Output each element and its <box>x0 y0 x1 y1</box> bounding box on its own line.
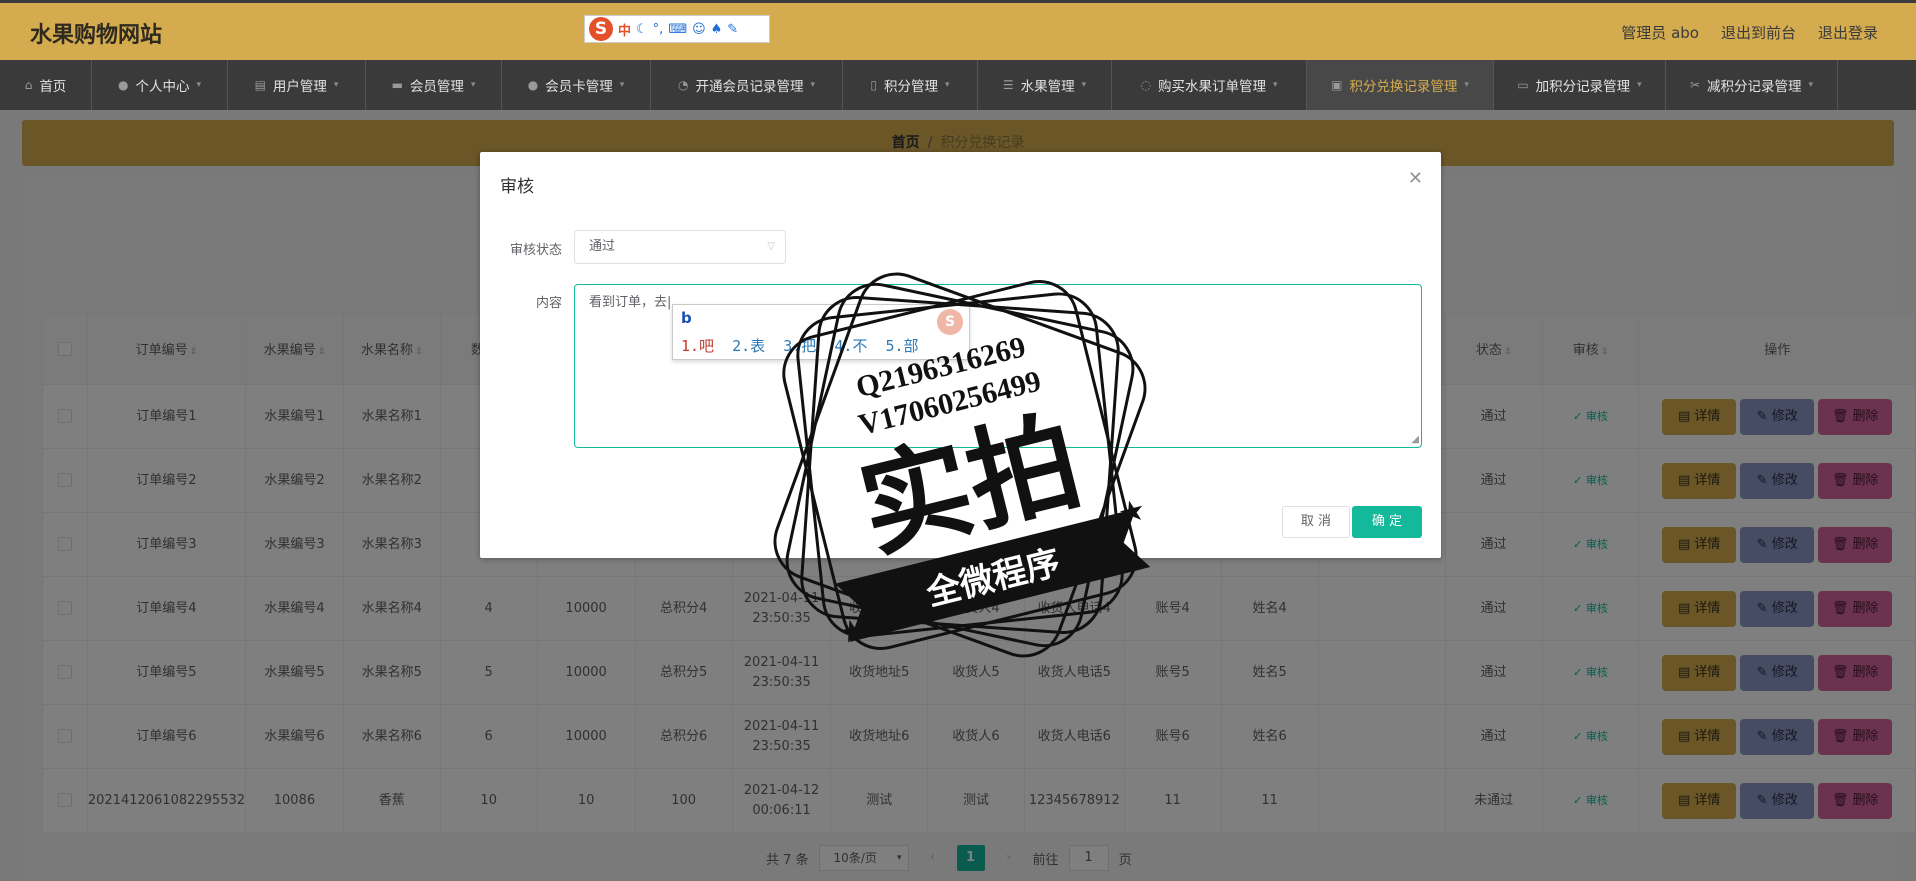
wrench-icon[interactable]: ✎ <box>727 22 738 37</box>
punctuation-icon[interactable]: °, <box>653 22 664 37</box>
bell-icon: ◌ <box>1140 78 1151 92</box>
cancel-button[interactable]: 取 消 <box>1282 506 1350 538</box>
sogou-logo-icon[interactable]: S <box>589 17 613 41</box>
site-title: 水果购物网站 <box>30 23 163 48</box>
chevron-down-icon: ▾ <box>1464 80 1469 90</box>
dialog-title: 审核 <box>500 177 534 197</box>
watermark-stamp: Q2196316269 V17060256499 实拍 全微程序 ★ ★ <box>773 272 1151 658</box>
tool-icon: ✂ <box>1689 78 1701 92</box>
nav-item-deduct-points[interactable]: ✂ 减积分记录管理 ▾ <box>1666 60 1838 110</box>
nav-item-add-points[interactable]: ▭ 加积分记录管理 ▾ <box>1494 60 1666 110</box>
keyboard-icon[interactable]: ⌨ <box>668 22 687 37</box>
ime-mode-toggle[interactable]: 中 <box>618 20 631 39</box>
chevron-down-icon: ▾ <box>1081 80 1087 90</box>
mic-icon: ▯ <box>870 78 878 92</box>
user-icon: ● <box>527 78 539 92</box>
nav-item-points-exchange[interactable]: ▣ 积分兑换记录管理 ▾ <box>1307 60 1494 110</box>
main-nav: ⌂ 首页 ● 个人中心 ▾ ▤ 用户管理 ▾ ▬ 会员管理 ▾ ● 会员卡管理 ▾ ◔ 开通会员记录… <box>0 60 1916 110</box>
nav-item-membership-records[interactable]: ◔ 开通会员记录管理 ▾ <box>651 60 843 110</box>
exit-to-frontend-link[interactable]: 退出到前台 <box>1721 22 1796 43</box>
nav-item-members[interactable]: ▬ 会员管理 ▾ <box>366 60 502 110</box>
nav-item-points[interactable]: ▯ 积分管理 ▾ <box>843 60 978 110</box>
clipboard-icon: ▣ <box>1331 78 1343 92</box>
user-icon[interactable]: ☺ <box>692 22 706 37</box>
status-label: 审核状态 <box>510 243 563 258</box>
close-icon[interactable]: ✕ <box>1408 168 1423 189</box>
text-cursor: | <box>667 295 672 310</box>
chevron-down-icon: ▾ <box>333 80 339 90</box>
top-links: 管理员 abo 退出到前台 退出登录 <box>1621 22 1878 43</box>
list-icon: ☰ <box>1002 78 1014 92</box>
chevron-down-icon: ▾ <box>945 80 950 90</box>
moon-icon[interactable]: ☾ <box>636 22 648 37</box>
chevron-down-icon: ▾ <box>619 80 625 90</box>
ime-candidate[interactable]: 1.吧 <box>681 337 714 355</box>
chevron-down-icon: ▾ <box>1637 80 1642 90</box>
resize-handle-icon[interactable]: ◢ <box>1411 434 1419 445</box>
nav-item-home[interactable]: ⌂ 首页 <box>0 60 92 110</box>
nav-item-member-cards[interactable]: ● 会员卡管理 ▾ <box>502 60 651 110</box>
clock-icon: ◔ <box>677 78 689 92</box>
chevron-down-icon: ▾ <box>470 80 476 90</box>
top-header: 水果购物网站 S 中 ☾ °, ⌨ ☺ ♠ ✎ 管理员 abo 退出到前台 退出… <box>0 0 1916 60</box>
nav-item-fruit-orders[interactable]: ◌ 购买水果订单管理 ▾ <box>1112 60 1307 110</box>
home-icon: ⌂ <box>24 78 33 92</box>
monitor-icon: ▭ <box>1517 78 1529 92</box>
confirm-button[interactable]: 确 定 <box>1352 506 1422 538</box>
admin-user-label: 管理员 abo <box>1621 24 1699 42</box>
chevron-down-icon: ▾ <box>1272 80 1278 90</box>
nav-item-personal[interactable]: ● 个人中心 ▾ <box>92 60 228 110</box>
ime-composition: b <box>681 309 692 327</box>
person-icon: ● <box>117 78 129 92</box>
nav-item-fruits[interactable]: ☰ 水果管理 ▾ <box>978 60 1112 110</box>
chevron-down-icon: ▾ <box>196 80 201 90</box>
content-label: 内容 <box>536 296 563 311</box>
logout-link[interactable]: 退出登录 <box>1818 22 1878 43</box>
chevron-down-icon: ▾ <box>810 80 815 90</box>
nav-item-users[interactable]: ▤ 用户管理 ▾ <box>228 60 366 110</box>
shirt-icon[interactable]: ♠ <box>711 22 723 37</box>
ime-toolbar[interactable]: S 中 ☾ °, ⌨ ☺ ♠ ✎ <box>584 15 770 43</box>
chat-icon: ▬ <box>391 78 403 92</box>
chevron-down-icon: ▾ <box>1808 80 1814 90</box>
document-icon: ▤ <box>254 78 266 92</box>
